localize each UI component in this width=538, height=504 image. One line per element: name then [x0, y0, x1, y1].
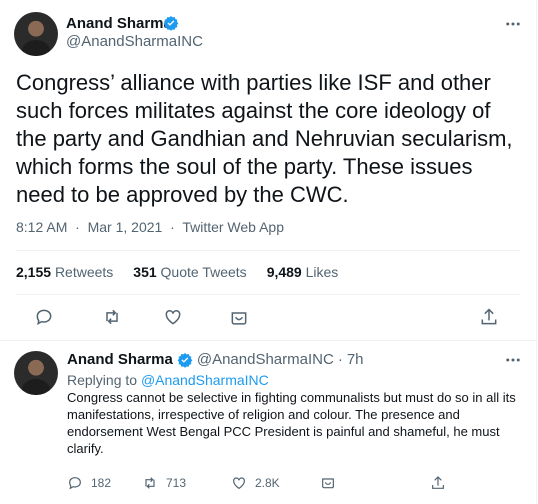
retweet-icon [145, 477, 155, 489]
tweet-frame: Anand Sharma @AnandSharmaINC Congress’ a… [0, 0, 537, 504]
reply-age[interactable]: 7h [347, 351, 364, 368]
meta-separator: · [166, 219, 179, 235]
share-action[interactable] [320, 474, 336, 492]
retweets-stat[interactable]: 2,155 Retweets [16, 264, 113, 280]
divider [0, 340, 536, 341]
reply-header: Anand Sharma @AnandSharmaINC · 7h [67, 351, 364, 368]
avatar[interactable] [14, 351, 58, 395]
reply-icon[interactable] [34, 307, 54, 327]
upload-icon [432, 476, 444, 489]
more-icon[interactable] [504, 351, 522, 369]
reply-author-name[interactable]: Anand Sharma [67, 351, 173, 368]
like-count: 2.8K [255, 476, 280, 490]
replying-to-link[interactable]: @AnandSharmaINC [141, 372, 269, 388]
retweets-label: Retweets [54, 264, 114, 280]
replying-prefix: Replying to [67, 372, 138, 388]
verified-icon [177, 352, 193, 368]
retweet-icon[interactable] [102, 307, 122, 327]
reply-author-handle[interactable]: @AnandSharmaINC [197, 351, 334, 368]
reply-icon [69, 477, 81, 490]
divider [16, 250, 520, 251]
reply-count: 182 [91, 476, 112, 490]
likes-label: Likes [305, 264, 339, 280]
reply-text: Congress cannot be selective in fighting… [67, 390, 516, 456]
reply-separator: · [337, 351, 343, 368]
retweet-count: 713 [166, 476, 187, 490]
tweet-meta: 8:12 AM · Mar 1, 2021 · Twitter Web App [16, 219, 284, 235]
upload-action[interactable] [430, 474, 446, 492]
verified-icon [163, 15, 179, 31]
retweets-count: 2,155 [16, 264, 52, 280]
quotes-count: 351 [133, 264, 157, 280]
tweet-time[interactable]: 8:12 AM [16, 219, 67, 235]
tweet-date[interactable]: Mar 1, 2021 [88, 219, 163, 235]
share-icon [322, 478, 334, 489]
like-icon [233, 477, 245, 490]
share-icon[interactable] [229, 308, 249, 328]
tweet-stats: 2,155 Retweets 351 Quote Tweets 9,489 Li… [16, 264, 338, 280]
like-icon[interactable] [163, 307, 183, 327]
meta-separator: · [71, 219, 84, 235]
more-icon[interactable] [504, 15, 522, 33]
divider [16, 294, 520, 295]
likes-stat[interactable]: 9,489 Likes [267, 264, 339, 280]
author-handle[interactable]: @AnandSharmaINC [66, 33, 203, 50]
quotes-label: Quote Tweets [160, 264, 247, 280]
like-action[interactable]: 2.8K [231, 474, 280, 492]
avatar[interactable] [14, 12, 58, 56]
likes-count: 9,489 [266, 264, 302, 280]
reply-action[interactable]: 182 [67, 474, 111, 492]
quotes-stat[interactable]: 351 Quote Tweets [133, 264, 246, 280]
upload-icon[interactable] [479, 307, 499, 327]
tweet-text: Congress’ alliance with parties like ISF… [16, 70, 513, 207]
author-name[interactable]: Anand Sharma [66, 15, 172, 32]
retweet-action[interactable]: 713 [142, 474, 186, 492]
tweet-source[interactable]: Twitter Web App [182, 219, 284, 235]
replying-to: Replying to @AnandSharmaINC [67, 372, 269, 388]
